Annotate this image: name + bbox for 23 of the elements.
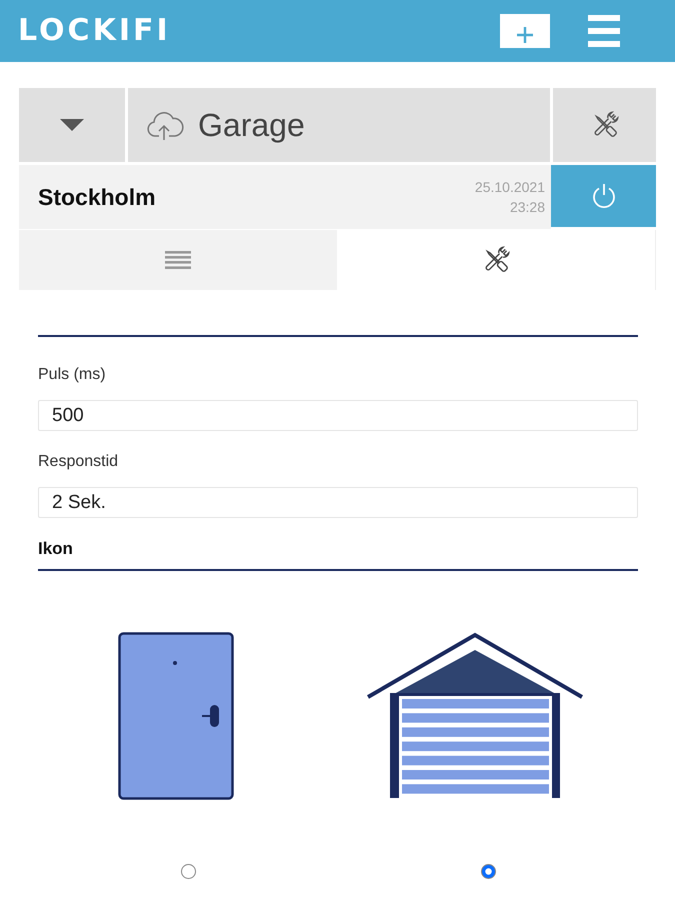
menu-button[interactable]: [588, 15, 620, 47]
app-logo: LOCKIFI: [18, 16, 171, 46]
date-text: 25.10.2021: [474, 178, 545, 197]
power-icon: [590, 183, 616, 209]
plus-icon: [516, 26, 534, 44]
door-icon[interactable]: [118, 632, 234, 800]
time-text: 23:28: [508, 198, 545, 217]
device-name: Garage: [198, 109, 305, 141]
caret-icon: [60, 119, 84, 131]
field-label: Responstid: [38, 452, 120, 472]
cloud-upload-icon: [146, 109, 186, 141]
menu-icon: [588, 15, 620, 47]
radio-button[interactable]: [180, 864, 196, 879]
field-label: Puls (ms): [38, 365, 107, 385]
garage-icon[interactable]: [367, 632, 583, 798]
add-button[interactable]: [500, 14, 550, 48]
location-name: Stockholm: [38, 182, 156, 212]
text-field[interactable]: 2 Sek.: [38, 487, 638, 518]
list-icon: [165, 251, 191, 269]
tools-button[interactable]: [553, 88, 656, 162]
section-heading: Ikon: [38, 538, 74, 560]
text-field[interactable]: 500: [38, 400, 638, 431]
radio-button[interactable]: [480, 864, 496, 879]
